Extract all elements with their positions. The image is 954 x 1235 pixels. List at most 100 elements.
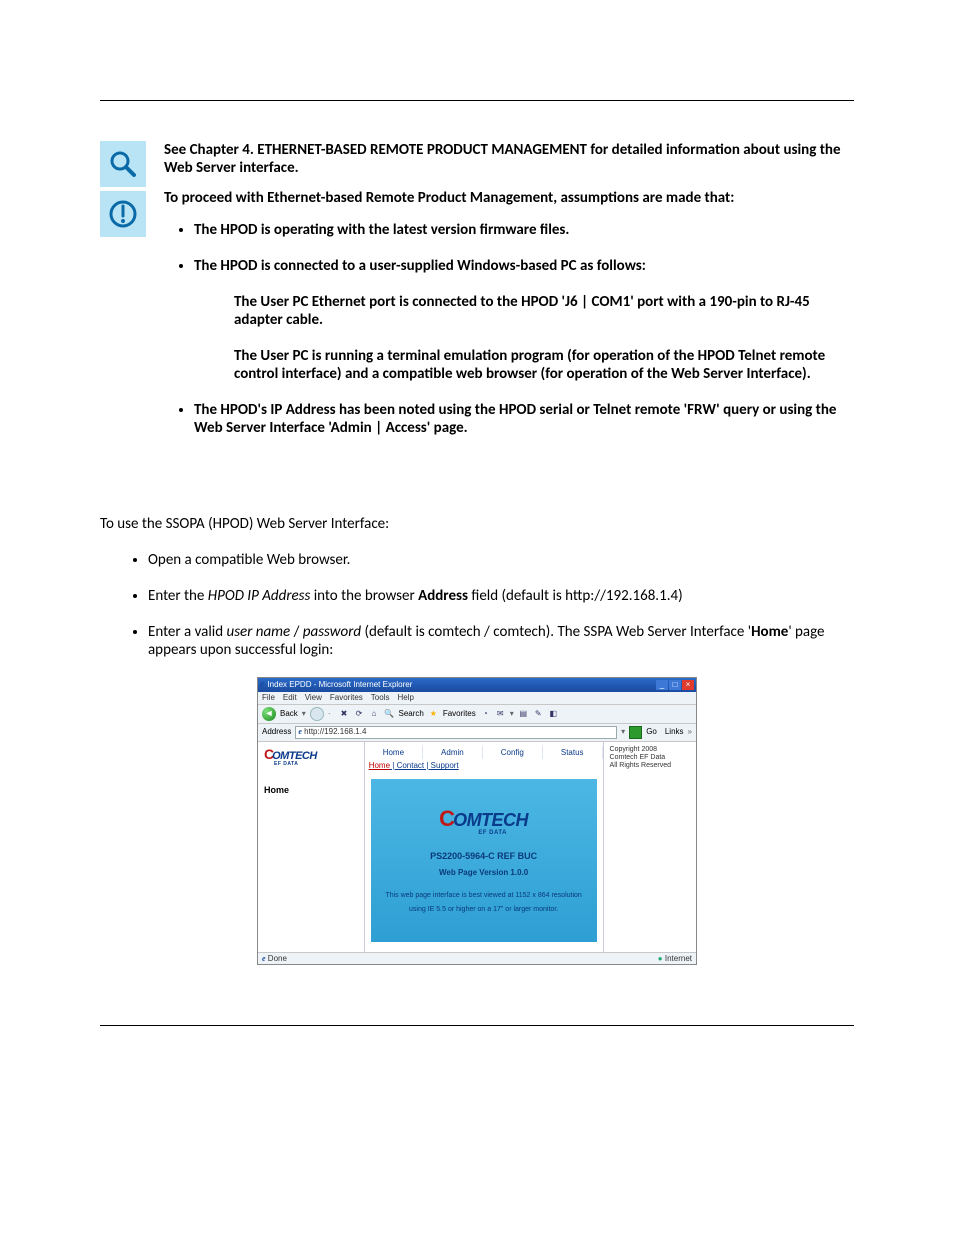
panel-small1: This web page interface is best viewed a…: [385, 892, 581, 900]
address-label: Address: [262, 727, 291, 737]
s2-mid: into the browser: [310, 587, 418, 605]
s2-pre: Enter the: [148, 587, 208, 605]
menu-file[interactable]: File: [262, 693, 275, 703]
copyright-2: Comtech EF Data: [610, 754, 690, 762]
search-label[interactable]: Search: [398, 709, 423, 719]
panel-small2: using IE 5.5 or higher on a 17" or large…: [409, 906, 558, 914]
browser-screenshot: e Index EPDD - Microsoft Internet Explor…: [257, 677, 697, 965]
mail-dropdown-icon[interactable]: ▾: [510, 709, 514, 719]
titlebar: e Index EPDD - Microsoft Internet Explor…: [258, 678, 696, 692]
discuss-icon[interactable]: ◧: [548, 709, 559, 719]
minimize-icon[interactable]: _: [656, 680, 668, 690]
search-icon[interactable]: 🔍: [383, 709, 394, 719]
page-icon: e: [298, 727, 302, 736]
note-block: See Chapter 4. ETHERNET-BASED REMOTE PRO…: [100, 141, 854, 455]
tab-home[interactable]: Home: [365, 746, 423, 760]
note-line2: To proceed with Ethernet-based Remote Pr…: [164, 189, 854, 207]
logo-large: COMTECH EF DATA: [439, 806, 528, 838]
note-bullet-3: The HPOD's IP Address has been noted usi…: [194, 401, 854, 437]
copyright-3: All Rights Reserved: [610, 762, 690, 770]
body-steps: Open a compatible Web browser. Enter the…: [100, 551, 854, 659]
menu-view[interactable]: View: [305, 693, 322, 703]
step-2: Enter the HPOD IP Address into the brows…: [148, 587, 854, 605]
close-icon[interactable]: ×: [682, 680, 694, 690]
s3-ital2: password: [303, 623, 361, 641]
main-column: Home Admin Config Status Home | Contact …: [365, 742, 603, 952]
s3-sep: /: [290, 623, 303, 641]
menu-help[interactable]: Help: [397, 693, 413, 703]
status-icon: e: [262, 954, 266, 963]
maximize-icon[interactable]: □: [669, 680, 681, 690]
window-title: Index EPDD - Microsoft Internet Explorer: [267, 680, 412, 690]
note-sub: The User PC Ethernet port is connected t…: [234, 293, 854, 383]
address-input[interactable]: e http://192.168.1.4: [295, 726, 617, 739]
menu-edit[interactable]: Edit: [283, 693, 297, 703]
favorites-icon[interactable]: ★: [428, 709, 439, 719]
logo-large-text: OMTECH: [453, 810, 528, 830]
logo-text: OMTECH: [272, 750, 317, 762]
window-buttons: _ □ ×: [656, 680, 694, 690]
home-panel: COMTECH EF DATA PS2200-5964-C REF BUC We…: [371, 779, 597, 942]
ie-icon: e: [260, 679, 264, 691]
address-bar: Address e http://192.168.1.4 ▾ Go Links …: [258, 724, 696, 742]
status-left: Done: [268, 954, 287, 963]
subnav-rest[interactable]: | Contact | Support: [390, 761, 459, 770]
document-page: See Chapter 4. ETHERNET-BASED REMOTE PRO…: [0, 0, 954, 1235]
links-chevron-icon[interactable]: »: [688, 727, 692, 737]
back-label[interactable]: Back: [280, 709, 298, 719]
refresh-icon[interactable]: ⟳: [353, 709, 364, 719]
magnify-icon: [100, 141, 146, 187]
go-icon[interactable]: [629, 726, 642, 739]
tab-config[interactable]: Config: [483, 746, 543, 760]
sidebar: COMTECH EF DATA Home: [258, 742, 365, 952]
step-3: Enter a valid user name / password (defa…: [148, 623, 854, 659]
logo-large-sub: EF DATA: [457, 830, 528, 837]
forward-icon[interactable]: [310, 707, 324, 721]
internet-zone-icon: ●: [658, 954, 663, 963]
history-icon[interactable]: ◔: [480, 709, 491, 719]
note-sub-1: The User PC Ethernet port is connected t…: [234, 293, 854, 329]
back-dropdown-icon[interactable]: ▾: [302, 709, 306, 719]
body-intro: To use the SSOPA (HPOD) Web Server Inter…: [100, 515, 854, 533]
sidebar-home-label: Home: [264, 785, 358, 796]
s3-mid: (default is comtech / comtech). The SSPA…: [361, 623, 751, 641]
s3-ital1: user name: [227, 623, 291, 641]
s2-bold: Address: [418, 587, 468, 605]
tab-status[interactable]: Status: [543, 746, 603, 760]
address-value: http://192.168.1.4: [304, 727, 366, 736]
note-text: See Chapter 4. ETHERNET-BASED REMOTE PRO…: [164, 141, 854, 455]
bottom-rule: [100, 1025, 854, 1026]
favorites-label[interactable]: Favorites: [443, 709, 476, 719]
print-icon[interactable]: ▤: [518, 709, 529, 719]
copyright-1: Copyright 2008: [610, 746, 690, 754]
s2-post: field (default is http://192.168.1.4): [468, 587, 683, 605]
subnav-home[interactable]: Home: [369, 761, 390, 770]
note-bullet-2-text: The HPOD is connected to a user-supplied…: [194, 257, 646, 275]
edit-icon[interactable]: ✎: [533, 709, 544, 719]
toolbar: ◄ Back ▾ · ✖ ⟳ ⌂ 🔍 Search ★ Favorites ◔ …: [258, 705, 696, 724]
step-1: Open a compatible Web browser.: [148, 551, 854, 569]
tab-admin[interactable]: Admin: [423, 746, 483, 760]
panel-line2: Web Page Version 1.0.0: [439, 868, 528, 878]
address-dropdown-icon[interactable]: ▾: [621, 727, 625, 737]
info-icon: [100, 191, 146, 237]
note-bullet-2: The HPOD is connected to a user-supplied…: [194, 257, 854, 383]
note-line1: See Chapter 4. ETHERNET-BASED REMOTE PRO…: [164, 141, 854, 177]
mail-icon[interactable]: ✉: [495, 709, 506, 719]
s2-ital: HPOD IP Address: [208, 587, 311, 605]
menu-tools[interactable]: Tools: [371, 693, 390, 703]
s3-bold: Home: [751, 623, 788, 641]
home-icon[interactable]: ⌂: [368, 709, 379, 719]
panel-line1: PS2200-5964-C REF BUC: [430, 851, 537, 862]
menu-favorites[interactable]: Favorites: [330, 693, 363, 703]
s3-pre: Enter a valid: [148, 623, 227, 641]
separator-1: ·: [328, 709, 331, 719]
links-label[interactable]: Links: [665, 727, 684, 737]
note-sub-2: The User PC is running a terminal emulat…: [234, 347, 854, 383]
content-area: COMTECH EF DATA Home Home Admin Config S…: [258, 742, 696, 952]
body-text: To use the SSOPA (HPOD) Web Server Inter…: [100, 515, 854, 659]
note-bullet-1: The HPOD is operating with the latest ve…: [194, 221, 854, 239]
stop-icon[interactable]: ✖: [338, 709, 349, 719]
back-icon[interactable]: ◄: [262, 707, 276, 721]
go-label[interactable]: Go: [646, 727, 657, 737]
